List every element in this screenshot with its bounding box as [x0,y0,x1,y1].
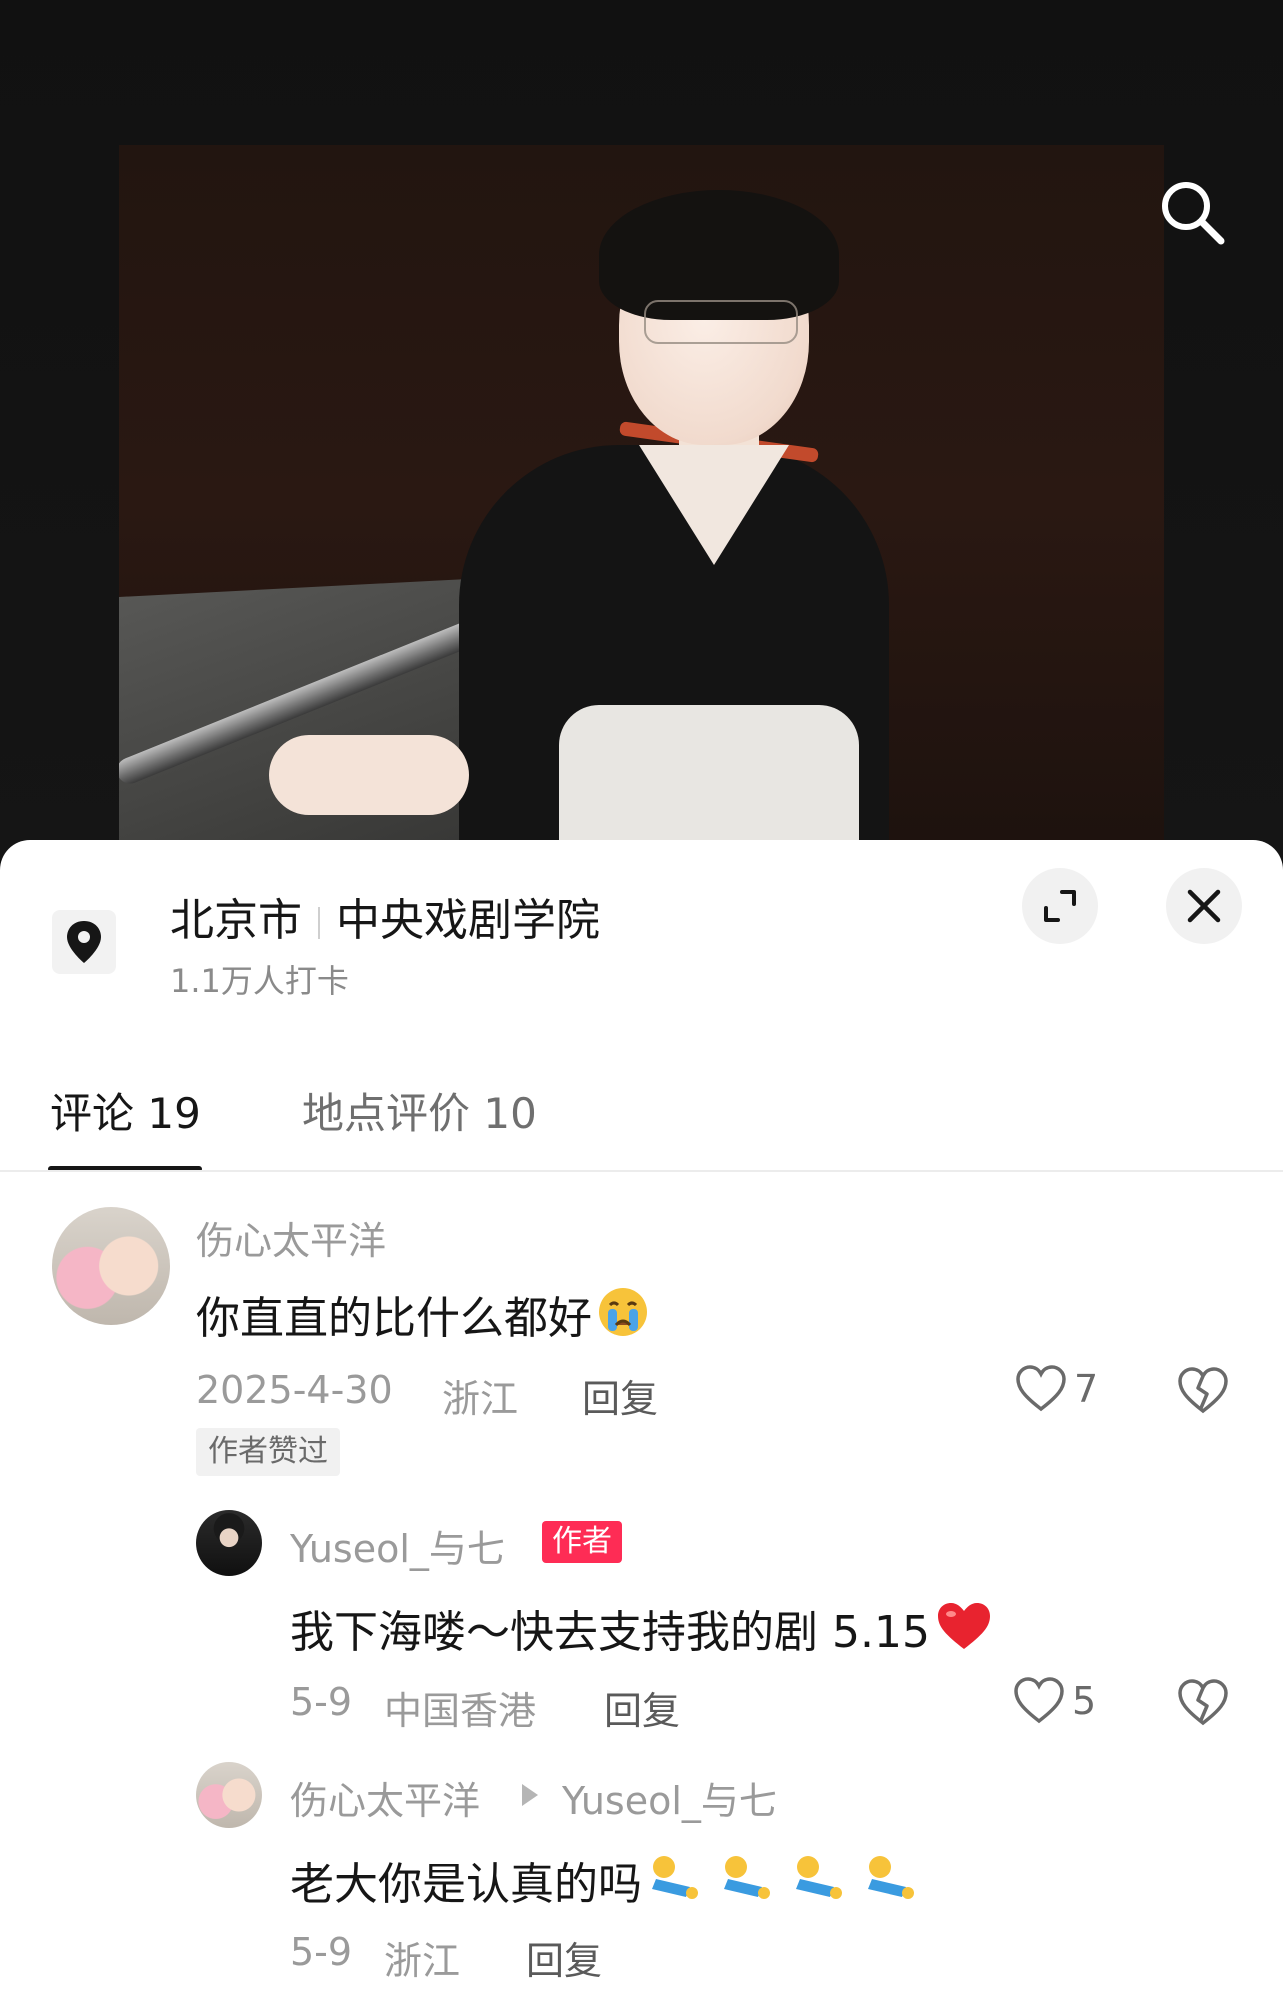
like-button[interactable]: 5 [1012,1676,1096,1726]
photo-person-shirt [559,705,859,860]
location-pin-icon [52,910,116,974]
tab-bar: 评论 19 地点评价 10 [0,1070,1283,1172]
close-icon [1187,889,1221,923]
avatar[interactable] [52,1207,170,1325]
avatar[interactable] [196,1762,262,1828]
location-title: 北京市 中央戏剧学院 [170,884,600,948]
comment-text-content: 你直直的比什么都好 [196,1293,592,1344]
reply-text-content: 我下海喽～快去支持我的剧 5.15 [290,1607,930,1658]
reply-text: 老大你是认真的吗 [290,1848,936,1916]
like-count: 5 [1072,1679,1097,1723]
expand-icon [1044,890,1076,922]
dislike-button[interactable] [1176,1678,1230,1732]
heart-outline-icon [1016,1365,1066,1412]
title-separator [318,907,320,939]
reply-date: 5-9 [290,1930,353,1974]
reply-button[interactable]: 回复 [526,1930,602,1985]
search-icon[interactable] [1155,175,1231,251]
reply-username[interactable]: 伤心太平洋 [290,1770,480,1825]
post-photo[interactable] [119,145,1164,860]
reply-region: 中国香港 [384,1689,537,1733]
sliding-emoji-icon [646,1853,936,1916]
photo-hands [269,735,469,815]
author-badge: 作者 [542,1521,622,1563]
close-button[interactable] [1166,868,1242,944]
expand-button[interactable] [1022,868,1098,944]
like-button[interactable]: 7 [1014,1364,1098,1414]
reply-button[interactable]: 回复 [582,1368,658,1423]
broken-heart-icon [1178,1679,1228,1726]
tab-comments[interactable]: 评论 19 [50,1080,201,1141]
author-liked-badge: 作者赞过 [196,1428,340,1476]
crying-emoji-icon [596,1285,650,1350]
comment-username[interactable]: 伤心太平洋 [196,1210,386,1265]
reply-date: 5-9 [290,1680,353,1724]
location-city: 北京市 [170,895,302,946]
broken-heart-icon [1178,1367,1228,1414]
photo-glasses [644,300,798,344]
tab-place-reviews[interactable]: 地点评价 10 [302,1080,537,1141]
red-heart-emoji-icon [934,1601,994,1664]
comment-region: 浙江 [442,1377,519,1421]
location-place: 中央戏剧学院 [336,895,600,946]
comment-text: 你直直的比什么都好 [196,1282,650,1350]
dislike-button[interactable] [1176,1366,1230,1420]
reply-region: 浙江 [384,1939,461,1983]
reply-text-content: 老大你是认真的吗 [290,1859,642,1910]
heart-outline-icon [1014,1677,1064,1724]
tabs-divider [0,1170,1283,1172]
reply-text: 我下海喽～快去支持我的剧 5.15 [290,1596,994,1664]
reply-username[interactable]: Yuseol_与七 [290,1518,505,1573]
avatar[interactable] [196,1510,262,1576]
checkin-count: 1.1万人打卡 [170,962,349,1000]
reply-arrow-icon [522,1784,538,1806]
reply-button[interactable]: 回复 [604,1680,680,1735]
comment-date: 2025-4-30 [196,1368,393,1412]
reply-to-username[interactable]: Yuseol_与七 [562,1770,777,1825]
like-count: 7 [1074,1367,1099,1411]
page: 北京市 中央戏剧学院 1.1万人打卡 评论 19 地点评价 10 伤心太平洋 你直… [0,0,1283,1994]
